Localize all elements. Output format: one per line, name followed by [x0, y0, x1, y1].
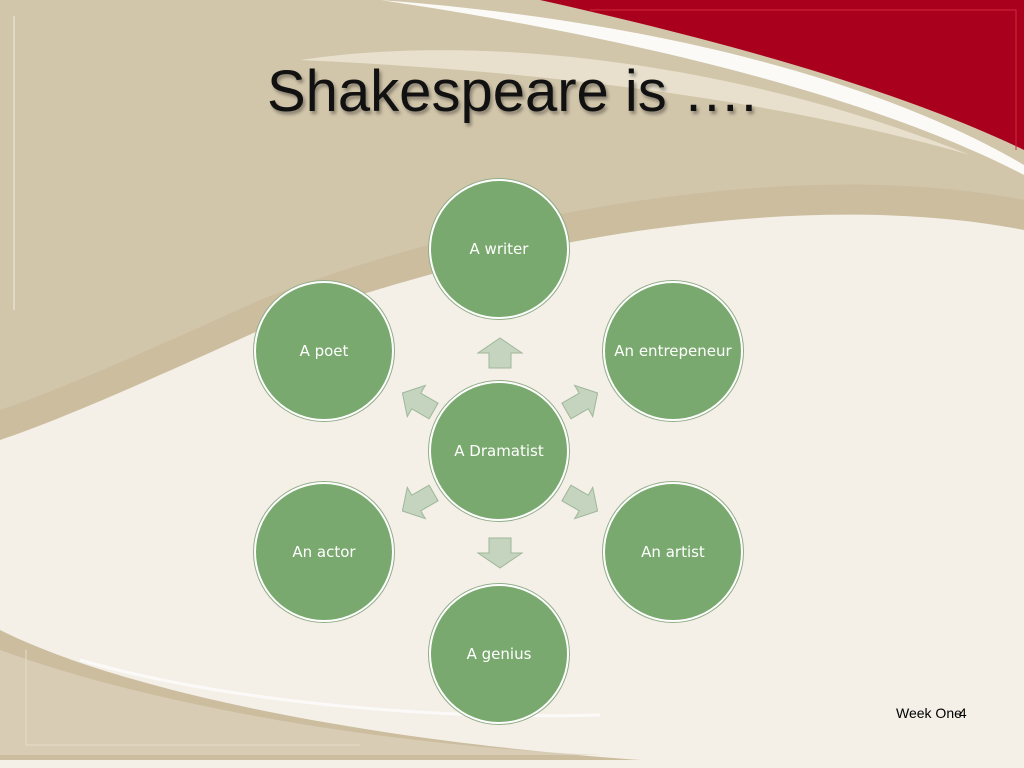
- node-center: A Dramatist: [429, 381, 569, 521]
- page-number: 4: [958, 705, 967, 721]
- node-poet: A poet: [254, 281, 394, 421]
- footer-text: Week One: [896, 705, 962, 721]
- node-writer: A writer: [429, 179, 569, 319]
- slide-title: Shakespeare is ….: [266, 59, 758, 124]
- node-genius: A genius: [429, 584, 569, 724]
- slide-footer: Week One4: [896, 705, 967, 721]
- node-actor: An actor: [254, 482, 394, 622]
- node-entrepreneur: An entrepeneur: [603, 281, 743, 421]
- node-artist: An artist: [603, 482, 743, 622]
